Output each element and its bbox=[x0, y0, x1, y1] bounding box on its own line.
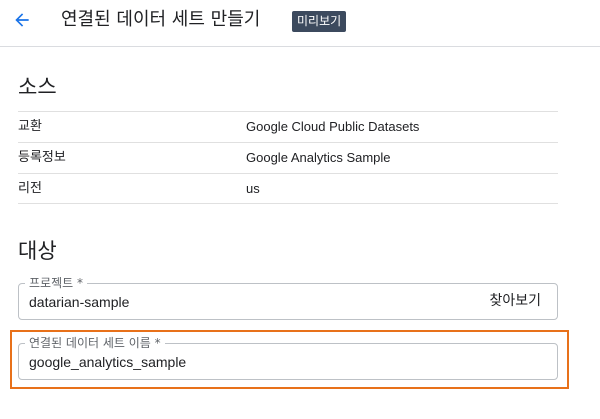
info-value: us bbox=[246, 181, 260, 196]
linked-dataset-name-label: 연결된 데이터 세트 이름 * bbox=[25, 335, 165, 351]
info-row-listing: 등록정보 Google Analytics Sample bbox=[18, 142, 558, 173]
arrow-back-icon bbox=[15, 13, 29, 27]
destination-section-title: 대상 bbox=[18, 239, 57, 263]
project-field-label: 프로젝트 * bbox=[25, 275, 87, 291]
info-label: 교환 bbox=[18, 119, 42, 134]
info-value: Google Cloud Public Datasets bbox=[246, 119, 420, 134]
browse-button[interactable]: 찾아보기 bbox=[489, 292, 541, 310]
source-section-title: 소스 bbox=[18, 75, 57, 99]
info-value: Google Analytics Sample bbox=[246, 150, 391, 165]
page-title: 연결된 데이터 세트 만들기 bbox=[61, 9, 261, 30]
page-header: 연결된 데이터 세트 만들기 미리보기 bbox=[0, 0, 600, 47]
info-row-region: 리전 us bbox=[18, 173, 558, 204]
project-field[interactable]: 프로젝트 * datarian-sample 찾아보기 bbox=[18, 275, 558, 320]
info-label: 등록정보 bbox=[18, 150, 66, 165]
info-label: 리전 bbox=[18, 181, 42, 196]
linked-dataset-name-input[interactable]: google_analytics_sample bbox=[29, 353, 429, 371]
linked-dataset-name-field[interactable]: 연결된 데이터 세트 이름 * google_analytics_sample bbox=[18, 335, 558, 380]
project-input[interactable]: datarian-sample bbox=[29, 293, 429, 311]
info-row-exchange: 교환 Google Cloud Public Datasets bbox=[18, 111, 558, 142]
source-info-table: 교환 Google Cloud Public Datasets 등록정보 Goo… bbox=[18, 111, 558, 204]
back-button[interactable] bbox=[8, 6, 36, 34]
preview-badge: 미리보기 bbox=[292, 11, 347, 32]
